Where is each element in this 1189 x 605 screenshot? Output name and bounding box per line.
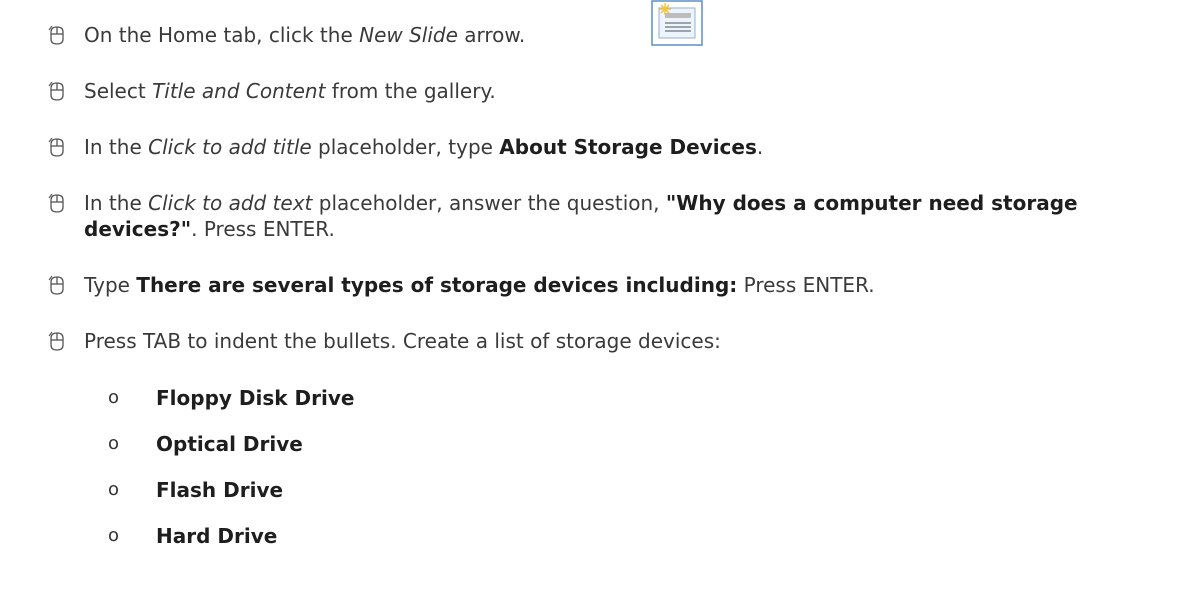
mouse-click-icon [48,331,64,351]
mouse-click-icon [48,25,64,45]
new-slide-icon [651,0,703,46]
step-3-text: In the Click to add title placeholder, t… [84,135,764,159]
step-5-text: Type There are several types of storage … [84,273,875,297]
list-item-label: Flash Drive [156,478,284,502]
step-1-text: On the Home tab, click the New Slide arr… [84,23,526,47]
mouse-click-icon [48,81,64,101]
list-item-label: Hard Drive [156,524,278,548]
list-item-label: Floppy Disk Drive [156,386,355,410]
bullet-marker: o [108,433,120,454]
bullet-marker: o [108,479,120,500]
mouse-click-icon [48,137,64,157]
mouse-click-icon [48,193,64,213]
step-4-text: In the Click to add text placeholder, an… [84,191,1078,241]
bullet-marker: o [108,387,120,408]
bullet-marker: o [108,525,120,546]
list-item-label: Optical Drive [156,432,303,456]
step-2-text: Select Title and Content from the galler… [84,79,496,103]
instruction-document: On the Home tab, click the New Slide arr… [0,0,1189,605]
step-6-text: Press TAB to indent the bullets. Create … [84,329,721,353]
mouse-click-icon [48,275,64,295]
